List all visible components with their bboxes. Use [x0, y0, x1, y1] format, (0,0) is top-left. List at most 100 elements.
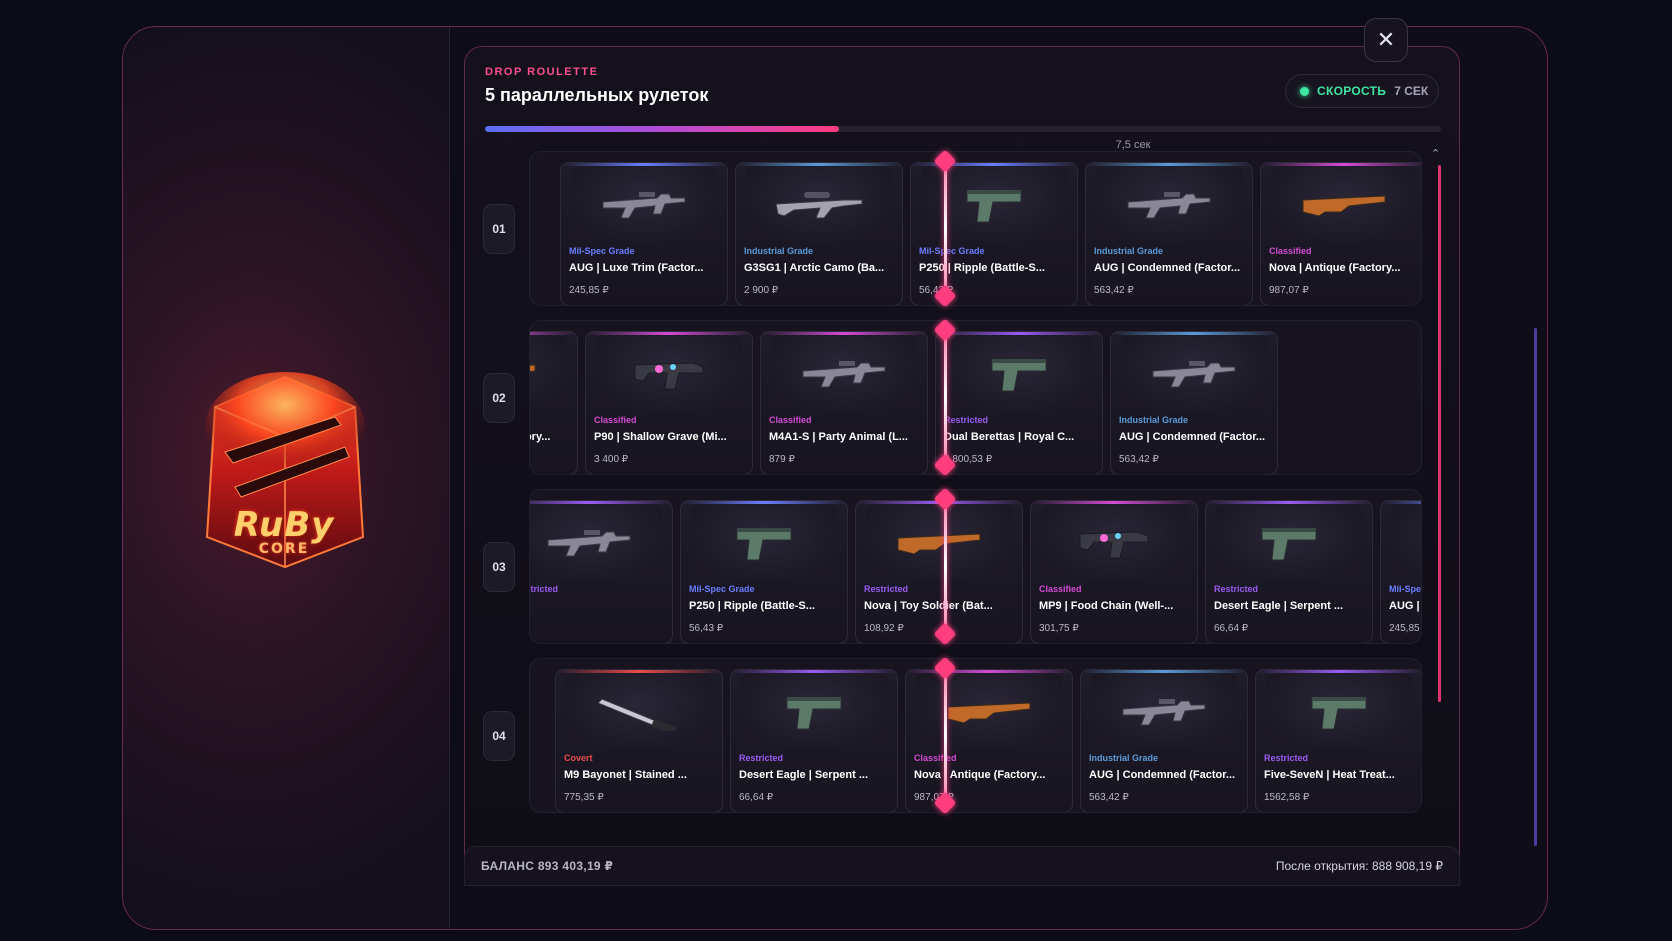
item-rarity: Classified — [594, 415, 637, 425]
item-card[interactable]: Classified P90 | Shallow Grave (Mi... 3 40… — [585, 331, 753, 474]
item-name: Nova | Antique (Factory... — [530, 431, 551, 443]
roulette-lane-03: Restricted Mil-Spec Grade P250 | Ripple (B… — [529, 489, 1422, 644]
page-scrollbar[interactable] — [1534, 328, 1537, 846]
item-price: 563,42 ₽ — [1089, 792, 1129, 803]
rarity-glow — [561, 163, 727, 166]
speed-label: СКОРОСТЬ — [1317, 84, 1387, 98]
scroll-up-icon[interactable]: ⌃ — [1431, 147, 1440, 160]
item-price: 775,35 ₽ — [564, 792, 604, 803]
item-name: Dual Berettas | Royal C... — [944, 431, 1075, 443]
roulette-modal: DROP ROULETTE 5 параллельных рулеток СКО… — [464, 46, 1460, 878]
item-card[interactable]: Industrial Grade AUG | Condemned (Factor.… — [1110, 331, 1278, 474]
item-card[interactable]: Mil-Spec Grade P250 | Ripple (Battle-S...… — [910, 162, 1078, 305]
item-name: P90 | Shallow Grave (Mi... — [594, 431, 727, 443]
item-card[interactable]: ClassifiedNova | Antique (Factory...987,… — [1260, 162, 1421, 305]
item-rarity: Restricted — [739, 753, 784, 763]
rarity-glow — [681, 501, 847, 504]
item-price: 1562,58 ₽ — [1264, 792, 1310, 803]
item-name: Desert Eagle | Serpent ... — [1214, 600, 1344, 612]
item-price: 66,64 ₽ — [1214, 623, 1249, 634]
modal-eyebrow: DROP ROULETTE — [485, 66, 599, 78]
shotgun-icon — [530, 336, 567, 410]
item-card[interactable]: Restricted Five-SeveN | Heat Treat... 1562… — [1255, 669, 1421, 812]
item-rarity: Restricted — [530, 584, 559, 594]
rarity-glow — [761, 332, 927, 335]
item-price: 301,75 ₽ — [1039, 623, 1079, 634]
roulette-pointer — [944, 668, 947, 803]
item-card[interactable]: ClassifiedNova | Antique (Factory...987,… — [905, 669, 1073, 812]
item-name: Nova | Antique (Factory... — [1269, 262, 1401, 274]
item-price: 108,92 ₽ — [864, 623, 904, 634]
item-name: Nova | Toy Soldier (Bat... — [864, 600, 993, 612]
rarity-glow — [1081, 670, 1247, 673]
row-number-01: 01 — [483, 204, 515, 254]
rifle-icon — [1391, 505, 1421, 579]
item-rarity: Industrial Grade — [744, 246, 814, 256]
rarity-glow — [1086, 163, 1252, 166]
close-button[interactable]: ✕ — [1364, 18, 1408, 62]
after-open-text: После открытия: 888 908,19 ₽ — [1275, 859, 1443, 873]
item-name: Five-SeveN | Heat Treat... — [1264, 769, 1395, 781]
item-card[interactable]: Covert M9 Bayonet | Stained ... 775,35 ₽ — [555, 669, 723, 812]
item-name: Desert Eagle | Serpent ... — [739, 769, 869, 781]
item-rarity: Restricted — [1264, 753, 1309, 763]
item-card[interactable]: Classified M4A1-S | Party Animal (L... 879… — [760, 331, 928, 474]
case-panel: RuBy CORE — [123, 27, 450, 929]
item-price: 563,42 ₽ — [1094, 285, 1134, 296]
roulette-lane-04: Covert M9 Bayonet | Stained ... 775,35 ₽ Re… — [529, 658, 1422, 813]
item-card[interactable]: Restricted Nova | Toy Soldier (Bat... 108,… — [855, 500, 1023, 643]
item-name: AUG | Condemned (Factor... — [1089, 769, 1236, 781]
item-price: 245,85 ₽ — [569, 285, 609, 296]
item-name: P250 | Ripple (Battle-S... — [689, 600, 815, 612]
item-rarity: Industrial Grade — [1094, 246, 1164, 256]
item-card[interactable]: Industrial Grade AUG | Condemned (Factor.… — [1085, 162, 1253, 305]
status-dot-icon — [1300, 86, 1309, 96]
item-price: 2 900 ₽ — [744, 285, 779, 296]
item-card[interactable]: ClassifiedNova | Antique (Factory...987,… — [530, 331, 578, 474]
modal-title: 5 параллельных рулеток — [485, 85, 709, 105]
close-icon: ✕ — [1376, 27, 1396, 52]
item-card[interactable]: Industrial Grade AUG | Condemned (Factor.… — [1080, 669, 1248, 812]
item-rarity: Industrial Grade — [1089, 753, 1159, 763]
item-price: 987,07 ₽ — [1269, 285, 1309, 296]
shotgun-icon — [866, 505, 1012, 579]
speed-value: 7 СЕК — [1394, 84, 1429, 98]
item-card[interactable]: Classified MP9 | Food Chain (Well-... 301,… — [1030, 500, 1198, 643]
roulette-pointer — [944, 499, 947, 634]
item-name: AUG | Condemned (Factor... — [1119, 431, 1266, 443]
item-card[interactable]: Mil-Spec Grade AUG | Luxe Trim (Factor...… — [1380, 500, 1422, 643]
pistol-icon — [741, 674, 887, 748]
item-card[interactable]: Restricted Dual Berettas | Royal C... 3 80… — [935, 331, 1103, 474]
balance-text: БАЛАНС 893 403,19 ₽ — [481, 859, 614, 873]
item-card[interactable]: Industrial Grade G3SG1 | Arctic Camo (Ba.… — [735, 162, 903, 305]
item-rarity: Covert — [564, 753, 593, 763]
item-card[interactable]: Mil-Spec Grade AUG | Luxe Trim (Factor...… — [560, 162, 728, 305]
item-rarity: Industrial Grade — [1119, 415, 1189, 425]
rifle-icon — [1121, 336, 1267, 410]
item-card[interactable]: Restricted — [530, 500, 673, 643]
item-name: AUG | Luxe Trim (Factor... — [569, 262, 704, 274]
item-rarity: Restricted — [864, 584, 909, 594]
roulette-lane-01: Mil-Spec Grade AUG | Luxe Trim (Factor...… — [529, 151, 1422, 306]
item-card[interactable]: Restricted Desert Eagle | Serpent ... 66,6… — [1205, 500, 1373, 643]
pistol-icon — [946, 336, 1092, 410]
item-rarity: Mil-Spec Grade — [1389, 584, 1422, 594]
rarity-glow — [1111, 332, 1277, 335]
item-name: M9 Bayonet | Stained ... — [564, 769, 687, 781]
case-image: RuBy CORE — [195, 367, 373, 573]
roulette-pointer — [944, 330, 947, 465]
rarity-glow — [530, 332, 577, 335]
rarity-glow — [1381, 501, 1421, 504]
pistol-icon — [691, 505, 837, 579]
item-card[interactable]: Restricted Desert Eagle | Serpent ... 66,6… — [730, 669, 898, 812]
roulette-pointer — [944, 161, 947, 296]
item-card[interactable]: Mil-Spec Grade P250 | Ripple (Battle-S...… — [680, 500, 848, 643]
rarity-glow — [530, 501, 672, 504]
sniper-icon — [746, 167, 892, 241]
rarity-glow — [731, 670, 897, 673]
scroll-thumb[interactable] — [1438, 165, 1441, 702]
balance-footer: БАЛАНС 893 403,19 ₽ После открытия: 888 … — [464, 846, 1460, 886]
item-rarity: Restricted — [1214, 584, 1259, 594]
speed-badge[interactable]: СКОРОСТЬ 7 СЕК — [1285, 74, 1439, 108]
spin-progress-bar — [485, 126, 1441, 132]
